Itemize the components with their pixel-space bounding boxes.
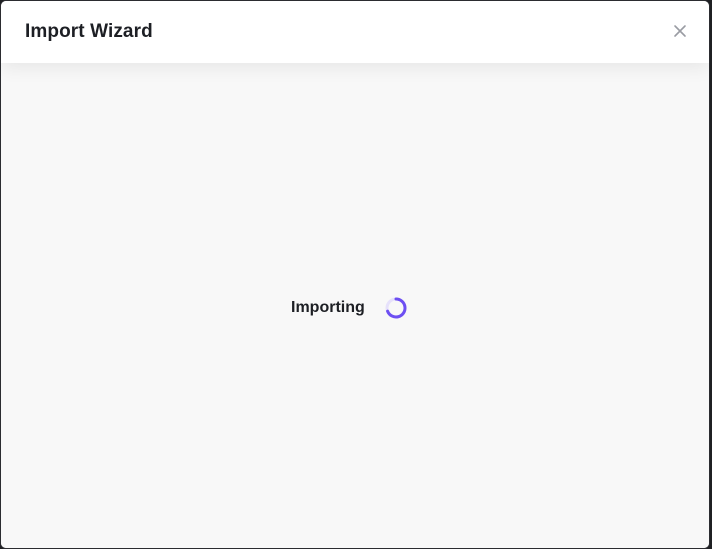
dialog-header: Import Wizard — [1, 1, 709, 63]
dialog-title: Import Wizard — [25, 21, 153, 42]
close-button[interactable] — [669, 20, 691, 42]
import-status: Importing — [291, 296, 408, 320]
close-icon — [674, 25, 686, 37]
dialog-body: Importing — [1, 63, 709, 548]
loading-spinner-icon — [385, 297, 407, 319]
status-text: Importing — [291, 299, 365, 316]
import-wizard-dialog: Import Wizard Importing — [0, 0, 710, 549]
